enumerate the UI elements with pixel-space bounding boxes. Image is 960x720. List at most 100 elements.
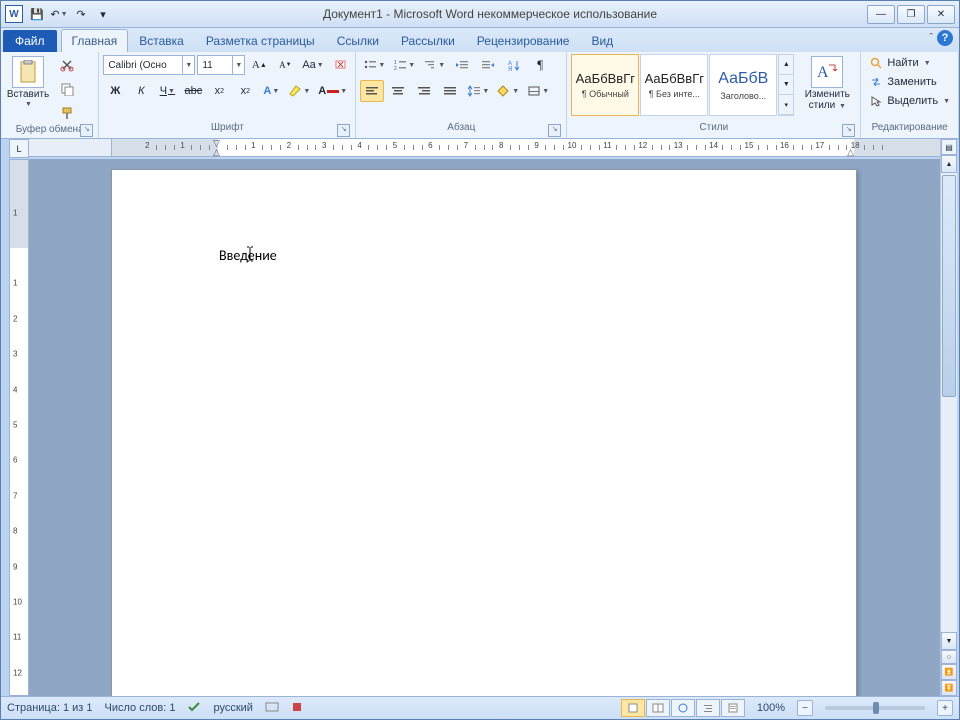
font-size-combo[interactable]: 11▼ xyxy=(197,55,245,75)
tab-insert[interactable]: Вставка xyxy=(128,29,195,52)
document-area[interactable]: Введение xyxy=(29,159,941,696)
maximize-button[interactable]: ❐ xyxy=(897,5,925,24)
shrink-font-button[interactable]: A▼ xyxy=(273,54,297,76)
spellcheck-icon[interactable] xyxy=(187,700,201,717)
italic-button[interactable]: К xyxy=(129,80,153,102)
vertical-scrollbar[interactable]: ▤ ▲ ▼ ○ ⏫ ⏬ xyxy=(940,139,957,696)
sort-button[interactable]: AЯ xyxy=(502,54,526,76)
insert-mode-icon[interactable] xyxy=(265,701,279,716)
paste-label: Вставить xyxy=(7,89,49,100)
status-word-count[interactable]: Число слов: 1 xyxy=(105,702,176,714)
shading-button[interactable]: ▼ xyxy=(494,80,522,102)
align-center-button[interactable] xyxy=(386,80,410,102)
minimize-button[interactable]: — xyxy=(867,5,895,24)
bold-button[interactable]: Ж xyxy=(103,80,127,102)
hanging-indent-marker[interactable]: △ xyxy=(213,147,220,158)
copy-button[interactable] xyxy=(55,78,79,100)
zoom-level[interactable]: 100% xyxy=(757,702,785,714)
paragraph-dialog-launcher[interactable]: ↘ xyxy=(548,124,561,137)
redo-button[interactable]: ↷ xyxy=(71,4,91,24)
line-spacing-button[interactable]: ▼ xyxy=(464,80,492,102)
increase-indent-button[interactable] xyxy=(476,54,500,76)
style-heading1[interactable]: АаБбВЗаголово... xyxy=(709,54,777,116)
help-button[interactable]: ? xyxy=(937,30,953,46)
ruler-toggle-button[interactable]: ▤ xyxy=(941,139,957,155)
print-layout-view-button[interactable] xyxy=(621,699,645,717)
underline-button[interactable]: Ч▼ xyxy=(155,80,179,102)
workspace: L ▽ △ △ 21123456789101112131415161718 11… xyxy=(1,139,959,696)
tab-page-layout[interactable]: Разметка страницы xyxy=(195,29,326,52)
cut-button[interactable] xyxy=(55,54,79,76)
horizontal-ruler[interactable]: ▽ △ △ 21123456789101112131415161718 xyxy=(111,139,941,157)
styles-dialog-launcher[interactable]: ↘ xyxy=(842,124,855,137)
find-button[interactable]: Найти▼ xyxy=(865,54,954,72)
style-normal[interactable]: АаБбВвГг¶ Обычный xyxy=(571,54,639,116)
font-dialog-launcher[interactable]: ↘ xyxy=(337,124,350,137)
document-text[interactable]: Введение xyxy=(219,247,277,264)
tab-review[interactable]: Рецензирование xyxy=(466,29,581,52)
undo-button[interactable]: ↶▼ xyxy=(49,4,69,24)
status-language[interactable]: русский xyxy=(213,702,252,714)
bullets-button[interactable]: ▼ xyxy=(360,54,388,76)
browse-object-button[interactable]: ○ xyxy=(941,650,957,664)
group-label-paragraph: Абзац↘ xyxy=(360,122,562,138)
macro-record-icon[interactable] xyxy=(291,701,303,716)
scroll-down-button[interactable]: ▼ xyxy=(941,632,957,650)
show-marks-button[interactable]: ¶ xyxy=(528,54,552,76)
format-painter-button[interactable] xyxy=(55,102,79,124)
tab-selector[interactable]: L xyxy=(9,139,29,158)
superscript-button[interactable]: x2 xyxy=(233,80,257,102)
zoom-slider[interactable] xyxy=(825,706,925,710)
select-button[interactable]: Выделить▼ xyxy=(865,92,954,110)
scroll-track[interactable] xyxy=(941,173,957,632)
zoom-out-button[interactable]: − xyxy=(797,700,813,716)
page[interactable]: Введение xyxy=(111,169,857,696)
text-effects-button[interactable]: A▼ xyxy=(259,80,283,102)
justify-button[interactable] xyxy=(438,80,462,102)
change-case-button[interactable]: Aa▼ xyxy=(299,54,326,76)
word-app-icon[interactable]: W xyxy=(5,5,23,23)
scroll-up-button[interactable]: ▲ xyxy=(941,155,957,173)
ribbon-minimize-button[interactable]: ˆ xyxy=(929,32,933,44)
scroll-thumb[interactable] xyxy=(942,175,956,397)
close-button[interactable]: ✕ xyxy=(927,5,955,24)
grow-font-button[interactable]: A▲ xyxy=(247,54,271,76)
prev-page-button[interactable]: ⏫ xyxy=(941,664,957,680)
web-layout-view-button[interactable] xyxy=(671,699,695,717)
fullscreen-reading-view-button[interactable] xyxy=(646,699,670,717)
qat-customize-button[interactable]: ▾ xyxy=(93,4,113,24)
multilevel-list-button[interactable]: ▼ xyxy=(420,54,448,76)
styles-gallery-expand[interactable]: ▲▼▾ xyxy=(778,54,794,116)
outline-view-button[interactable] xyxy=(696,699,720,717)
zoom-slider-thumb[interactable] xyxy=(873,702,879,714)
subscript-button[interactable]: x2 xyxy=(207,80,231,102)
strikethrough-button[interactable]: abc xyxy=(181,80,205,102)
clear-formatting-button[interactable] xyxy=(329,54,353,76)
vertical-ruler[interactable]: 1123456789101112 xyxy=(9,159,29,696)
clipboard-dialog-launcher[interactable]: ↘ xyxy=(80,124,93,137)
tab-view[interactable]: Вид xyxy=(580,29,624,52)
next-page-button[interactable]: ⏬ xyxy=(941,680,957,696)
align-left-button[interactable] xyxy=(360,80,384,102)
font-color-button[interactable]: A▼ xyxy=(315,80,350,102)
chevron-down-icon: ▼ xyxy=(182,56,194,74)
decrease-indent-button[interactable] xyxy=(450,54,474,76)
numbering-button[interactable]: 12▼ xyxy=(390,54,418,76)
tab-home[interactable]: Главная xyxy=(61,29,129,52)
save-button[interactable]: 💾 xyxy=(27,4,47,24)
style-no-spacing[interactable]: АаБбВвГг¶ Без инте... xyxy=(640,54,708,116)
replace-button[interactable]: Заменить xyxy=(865,73,954,91)
borders-button[interactable]: ▼ xyxy=(524,80,552,102)
tab-references[interactable]: Ссылки xyxy=(326,29,390,52)
change-styles-button[interactable]: A Изменитьстили ▼ xyxy=(798,54,856,114)
file-tab[interactable]: Файл xyxy=(3,30,57,52)
status-page[interactable]: Страница: 1 из 1 xyxy=(7,702,93,714)
tab-mailings[interactable]: Рассылки xyxy=(390,29,466,52)
zoom-in-button[interactable]: + xyxy=(937,700,953,716)
font-name-combo[interactable]: Calibri (Осно▼ xyxy=(103,55,195,75)
draft-view-button[interactable] xyxy=(721,699,745,717)
group-label-styles: Стили↘ xyxy=(571,122,856,138)
highlight-button[interactable]: ▼ xyxy=(285,80,313,102)
paste-button[interactable]: Вставить ▼ xyxy=(5,54,51,110)
align-right-button[interactable] xyxy=(412,80,436,102)
